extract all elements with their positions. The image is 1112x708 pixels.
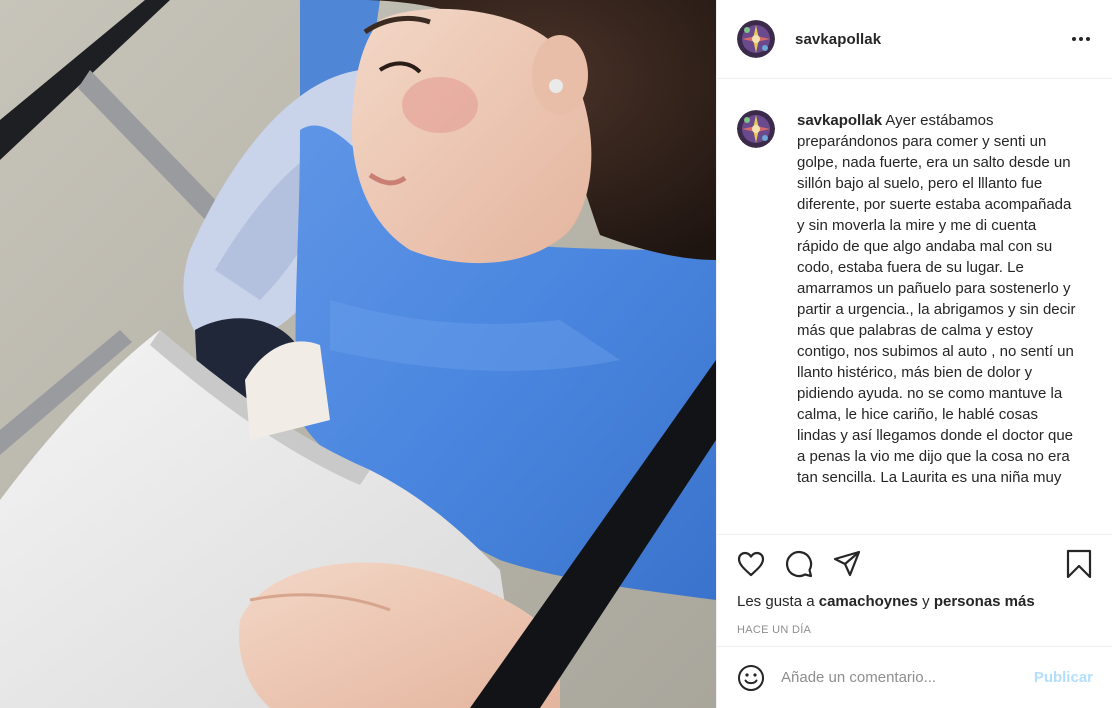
heart-icon [737,551,765,577]
more-options-button[interactable] [1070,28,1092,50]
caption-username[interactable]: savkapollak [797,112,882,129]
post-timestamp[interactable]: HACE UN DÍA [717,624,1112,636]
header-username[interactable]: savkapollak [795,31,881,48]
caption-text-block: savkapollak Ayer estábamos preparándonos… [797,110,1081,488]
avatar[interactable] [737,20,775,58]
bookmark-icon [1066,549,1092,579]
add-comment-bar: Publicar [717,646,1112,708]
publish-button[interactable]: Publicar [1026,669,1101,686]
avatar-image [737,20,775,58]
caption: savkapollak Ayer estábamos preparándonos… [737,110,1093,488]
share-icon [833,550,861,577]
post-panel: savkapollak savkapollak Ayer estábamos p… [716,0,1112,708]
likes-connector: y [922,593,930,610]
post-actions: Les gusta a camachoynes y personas más H… [717,534,1112,646]
likes-user-link[interactable]: camachoynes [819,593,918,610]
save-button[interactable] [1063,548,1095,580]
emoji-icon [738,664,764,691]
share-button[interactable] [831,548,863,580]
emoji-button[interactable] [735,662,767,694]
post-photo[interactable] [0,0,716,708]
more-horizontal-icon [1072,37,1090,41]
avatar-image [737,110,775,148]
comment-button[interactable] [783,548,815,580]
caption-body: Ayer estábamos preparándonos para comer … [797,112,1076,486]
comment-icon [785,550,813,578]
caption-avatar[interactable] [737,110,775,148]
likes-prefix: Les gusta a [737,593,815,610]
like-button[interactable] [735,548,767,580]
likes-others-link[interactable]: personas más [934,593,1035,610]
action-icons-row [717,535,1112,593]
likes-summary: Les gusta a camachoynes y personas más [717,593,1112,615]
post-header: savkapollak [717,0,1112,79]
comments-section[interactable]: savkapollak Ayer estábamos preparándonos… [717,80,1112,534]
post-image [0,0,716,708]
comment-input[interactable] [781,669,1026,686]
